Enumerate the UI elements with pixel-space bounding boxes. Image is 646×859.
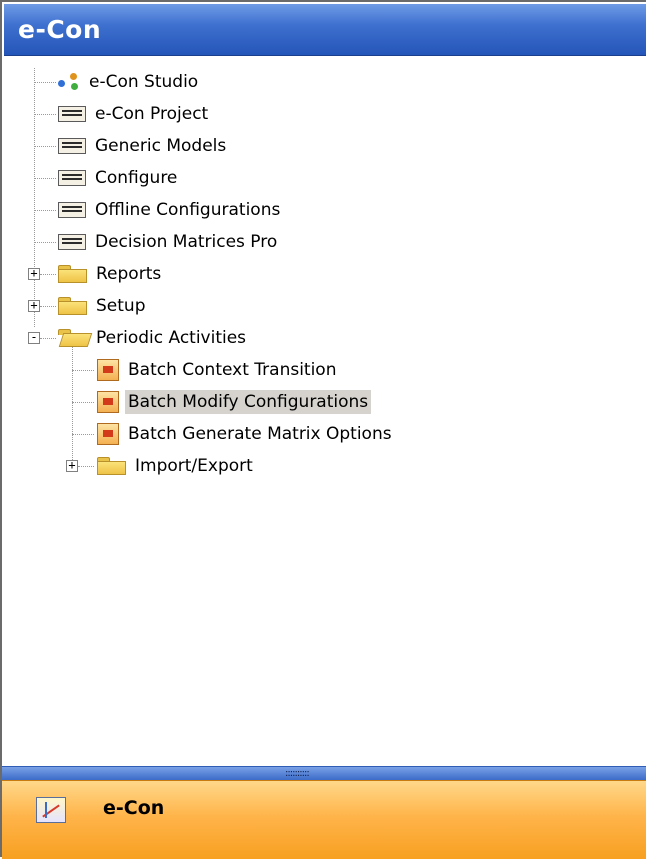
expand-setup-button[interactable]: + xyxy=(28,299,40,312)
tree-item-offline-configurations[interactable]: Offline Configurations xyxy=(58,196,283,224)
nav-pane-label: e-Con xyxy=(103,797,165,819)
tree-connector xyxy=(34,114,56,115)
tree-item-batch-generate-matrix-options[interactable]: Batch Generate Matrix Options xyxy=(97,420,395,448)
e-con-panel: e-Con e-Con Studio e-Con Project Generic… xyxy=(0,0,646,859)
collapse-periodic-activities-button[interactable]: - xyxy=(28,331,40,344)
tree-item-label: Batch Generate Matrix Options xyxy=(128,424,392,444)
splitter-grip-icon[interactable]: :::::::::: xyxy=(285,769,310,779)
report-icon xyxy=(97,423,119,445)
tree-item-label: e-Con Project xyxy=(95,104,209,124)
tree-item-import-export[interactable]: Import/Export xyxy=(97,452,256,480)
tree-item-label: Configure xyxy=(95,168,178,188)
tree-connector xyxy=(78,466,94,467)
tree-item-label: Reports xyxy=(96,264,162,284)
tree-item-configure[interactable]: Configure xyxy=(58,164,180,192)
tree-item-batch-modify-configurations[interactable]: Batch Modify Configurations xyxy=(97,388,372,416)
open-folder-icon xyxy=(58,329,93,347)
tree-connector xyxy=(34,210,56,211)
form-icon xyxy=(58,170,86,186)
panel-title: e-Con xyxy=(18,15,102,44)
tree-connector xyxy=(34,82,56,83)
folder-icon xyxy=(58,265,87,283)
tree-connector xyxy=(72,370,94,371)
expand-reports-button[interactable]: + xyxy=(28,267,40,280)
tree-item-label-selected: Batch Modify Configurations xyxy=(125,390,372,414)
studio-icon xyxy=(58,73,80,91)
folder-icon xyxy=(58,297,87,315)
tree-item-periodic-activities[interactable]: Periodic Activities xyxy=(58,324,249,352)
tree-item-label: Decision Matrices Pro xyxy=(95,232,278,252)
form-icon xyxy=(58,138,86,154)
tree-item-label: Periodic Activities xyxy=(96,328,247,348)
tree-item-label: e-Con Studio xyxy=(89,72,199,92)
form-icon xyxy=(58,234,86,250)
expand-import-export-button[interactable]: + xyxy=(66,459,78,472)
tree-item-label: Batch Context Transition xyxy=(128,360,337,380)
pane-splitter[interactable]: :::::::::: xyxy=(2,766,646,780)
tree-item-label: Import/Export xyxy=(135,456,253,476)
tree-item-label: Offline Configurations xyxy=(95,200,281,220)
navigation-tree: e-Con Studio e-Con Project Generic Model… xyxy=(2,56,646,766)
report-icon xyxy=(97,391,119,413)
tree-connector xyxy=(34,242,56,243)
tree-item-label: Generic Models xyxy=(95,136,227,156)
e-con-app-icon xyxy=(36,797,66,823)
nav-pane-button-e-con[interactable]: e-Con xyxy=(2,780,646,859)
folder-icon xyxy=(97,457,126,475)
tree-item-e-con-studio[interactable]: e-Con Studio xyxy=(58,68,201,96)
form-icon xyxy=(58,106,86,122)
tree-item-generic-models[interactable]: Generic Models xyxy=(58,132,229,160)
tree-item-decision-matrices-pro[interactable]: Decision Matrices Pro xyxy=(58,228,280,256)
form-icon xyxy=(58,202,86,218)
tree-item-reports[interactable]: Reports xyxy=(58,260,164,288)
tree-connector xyxy=(40,274,56,275)
tree-connector xyxy=(72,434,94,435)
report-icon xyxy=(97,359,119,381)
tree-connector xyxy=(40,306,56,307)
tree-connector xyxy=(34,146,56,147)
tree-connector xyxy=(72,334,73,462)
tree-item-setup[interactable]: Setup xyxy=(58,292,148,320)
tree-item-batch-context-transition[interactable]: Batch Context Transition xyxy=(97,356,339,384)
tree-connector xyxy=(34,178,56,179)
tree-connector xyxy=(34,68,35,327)
tree-connector xyxy=(40,338,56,339)
tree-item-e-con-project[interactable]: e-Con Project xyxy=(58,100,211,128)
tree-item-label: Setup xyxy=(96,296,146,316)
panel-title-bar: e-Con xyxy=(4,4,646,56)
tree-connector xyxy=(72,402,94,403)
